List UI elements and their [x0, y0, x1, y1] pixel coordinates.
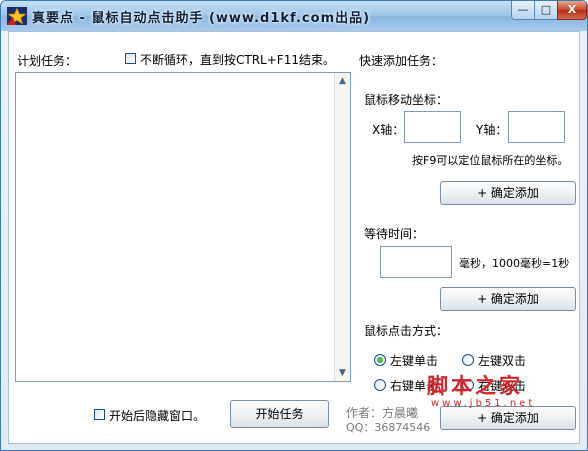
- loop-checkbox-label[interactable]: 不断循环，直到按CTRL+F11结束。: [140, 51, 335, 68]
- hide-window-label[interactable]: 开始后隐藏窗口。: [109, 407, 205, 424]
- radio-left-single-label[interactable]: 左键单击: [390, 352, 438, 369]
- f9-hint-text: 按F9可以定位鼠标所在的坐标。: [412, 154, 569, 167]
- scroll-down-icon[interactable]: ▼: [335, 365, 350, 381]
- wait-time-label: 等待时间：: [364, 227, 425, 241]
- minimize-button[interactable]: —: [511, 1, 535, 20]
- watermark-logo: 脚本之家: [427, 373, 523, 398]
- quick-add-heading: 快速添加任务：: [359, 54, 444, 68]
- x-coord-input[interactable]: [404, 111, 461, 143]
- move-coord-label: 鼠标移动坐标：: [364, 93, 449, 107]
- click-mode-label: 鼠标点击方式：: [364, 324, 449, 338]
- loop-checkbox[interactable]: [125, 53, 136, 64]
- task-list-scrollbar[interactable]: ▲ ▼: [334, 73, 350, 381]
- app-star-icon: [7, 7, 27, 25]
- client-area: 计划任务： 不断循环，直到按CTRL+F11结束。 ▲ ▼ 开始后隐藏窗口。 开…: [8, 31, 580, 444]
- add-click-button[interactable]: + 确定添加: [440, 406, 576, 430]
- watermark-url: www.jb51.net: [431, 398, 536, 409]
- start-task-button[interactable]: 开始任务: [230, 400, 329, 428]
- qq-text: QQ：36874546: [346, 421, 431, 434]
- task-list[interactable]: ▲ ▼: [15, 72, 351, 382]
- radio-right-single[interactable]: [374, 379, 386, 391]
- wait-time-input[interactable]: [380, 246, 452, 278]
- hide-window-checkbox[interactable]: [94, 409, 105, 420]
- scroll-up-icon[interactable]: ▲: [335, 73, 350, 89]
- radio-left-double[interactable]: [462, 354, 474, 366]
- y-coord-input[interactable]: [508, 111, 565, 143]
- add-wait-button[interactable]: + 确定添加: [440, 287, 576, 311]
- y-axis-label: Y轴：: [476, 123, 508, 137]
- task-list-label: 计划任务：: [17, 54, 78, 68]
- close-button[interactable]: X: [557, 1, 587, 20]
- title-bar[interactable]: 真要点 - 鼠标自动点击助手 (www.d1kf.com出品) — □ X: [1, 1, 587, 31]
- radio-left-single[interactable]: [374, 354, 386, 366]
- maximize-button[interactable]: □: [534, 1, 558, 20]
- wait-time-hint: 毫秒，1000毫秒=1秒: [459, 257, 570, 270]
- x-axis-label: X轴：: [372, 123, 405, 137]
- window-title: 真要点 - 鼠标自动点击助手 (www.d1kf.com出品): [32, 11, 371, 26]
- radio-left-double-label[interactable]: 左键双击: [478, 352, 526, 369]
- add-move-button[interactable]: + 确定添加: [440, 181, 576, 205]
- app-window: 真要点 - 鼠标自动点击助手 (www.d1kf.com出品) — □ X 计划…: [0, 0, 588, 451]
